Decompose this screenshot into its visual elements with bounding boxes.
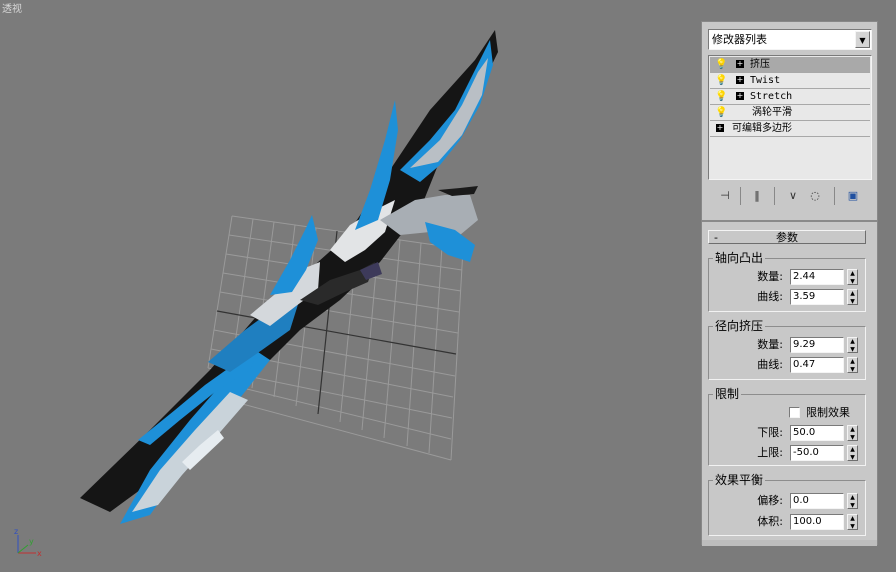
group-title: 径向挤压 [713,319,766,333]
field-label: 曲线: [757,358,783,371]
spinner-arrows-icon[interactable]: ▲ ▼ [847,514,858,530]
modifier-list-value: 修改器列表 [712,33,767,46]
perspective-viewport[interactable]: 透视 x z y [0,0,700,572]
stack-item-turbosmooth[interactable]: 💡 涡轮平滑 [710,105,870,121]
show-end-result-icon[interactable]: ‖ [748,186,766,206]
radial-squeeze-group: 径向挤压 数量: 9.29 ▲ ▼ 曲线: 0.47 ▲ ▼ [708,319,866,380]
expand-plus-icon[interactable]: + [736,92,744,100]
remove-modifier-icon[interactable]: ◌ [806,186,824,206]
toolbar-separator [834,187,835,205]
limit-effect-row: 限制效果 [709,405,865,421]
radial-amount-row: 数量: 9.29 ▲ ▼ [709,337,865,353]
lower-limit-row: 下限: 50.0 ▲ ▼ [709,425,865,441]
spinner-arrows-icon[interactable]: ▲ ▼ [847,493,858,509]
expand-plus-icon[interactable]: + [716,124,724,132]
make-unique-icon[interactable]: ∨ [784,186,802,206]
lightbulb-icon[interactable]: 💡 [715,91,727,102]
bias-input[interactable]: 0.0 [790,493,844,509]
field-label: 体积: [757,515,783,528]
limit-effect-checkbox[interactable] [789,407,800,418]
stack-item-stretch[interactable]: 💡 + Stretch [710,89,870,105]
field-label: 数量: [757,338,783,351]
spinner-arrows-icon[interactable]: ▲ ▼ [847,445,858,461]
axis-tripod: x z y [14,527,42,558]
command-panel-modify: 修改器列表 ▼ 💡 + 挤压 💡 + Twist 💡 + Stretch 💡 涡… [701,21,878,548]
stack-item-label: 可编辑多边形 [732,123,792,134]
limits-group: 限制 限制效果 下限: 50.0 ▲ ▼ 上限: -50.0 ▲ ▼ [708,387,866,466]
group-title: 限制 [713,387,742,401]
group-title: 轴向凸出 [713,251,766,265]
field-label: 偏移: [757,494,783,507]
toolbar-separator [774,187,775,205]
axis-z-label: z [14,527,18,536]
spinner-arrows-icon[interactable]: ▲ ▼ [847,425,858,441]
stack-item-editable-poly[interactable]: + 可编辑多边形 [710,121,870,137]
panel-bottom-edge [702,540,877,546]
rollout-title: 参数 [776,231,798,244]
stack-item-squeeze[interactable]: 💡 + 挤压 [710,57,870,73]
radial-curve-input[interactable]: 0.47 [790,357,844,373]
radial-amount-input[interactable]: 9.29 [790,337,844,353]
field-label: 上限: [757,446,783,459]
spinner-arrows-icon[interactable]: ▲ ▼ [847,357,858,373]
modifier-list-dropdown[interactable]: 修改器列表 ▼ [708,29,872,50]
effect-balance-group: 效果平衡 偏移: 0.0 ▲ ▼ 体积: 100.0 ▲ ▼ [708,473,866,536]
stack-item-label: Twist [750,75,781,86]
axis-y-label: y [29,537,34,546]
squeezed-sculpture-mesh[interactable] [80,30,498,524]
parameters-rollout: - 参数 轴向凸出 数量: 2.44 ▲ ▼ 曲线: 3.59 ▲ ▼ 径向挤压 数… [702,220,877,548]
field-label: 曲线: [757,290,783,303]
expand-plus-icon[interactable]: + [736,60,744,68]
spinner-arrows-icon[interactable]: ▲ ▼ [847,269,858,285]
stack-toolbar: ⊣ ‖ ∨ ◌ ▣ [708,184,872,210]
toolbar-separator [740,187,741,205]
stack-item-twist[interactable]: 💡 + Twist [710,73,870,89]
lightbulb-icon[interactable]: 💡 [715,75,727,86]
lower-limit-input[interactable]: 50.0 [790,425,844,441]
lightbulb-icon[interactable]: 💡 [715,59,727,70]
field-label: 数量: [757,270,783,283]
scene-canvas: x z y [14,30,498,558]
axial-amount-row: 数量: 2.44 ▲ ▼ [709,269,865,285]
upper-limit-input[interactable]: -50.0 [790,445,844,461]
stack-item-label: Stretch [750,91,793,102]
expand-plus-icon[interactable]: + [736,76,744,84]
axis-x-label: x [37,549,42,558]
configure-modifier-sets-icon[interactable]: ▣ [844,186,862,206]
axial-bulge-group: 轴向凸出 数量: 2.44 ▲ ▼ 曲线: 3.59 ▲ ▼ [708,251,866,312]
bias-row: 偏移: 0.0 ▲ ▼ [709,493,865,509]
modifier-stack[interactable]: 💡 + 挤压 💡 + Twist 💡 + Stretch 💡 涡轮平滑 + 可编… [708,55,872,180]
radial-curve-row: 曲线: 0.47 ▲ ▼ [709,357,865,373]
stack-item-label: 挤压 [750,59,770,70]
lightbulb-icon[interactable]: 💡 [715,107,727,118]
volume-row: 体积: 100.0 ▲ ▼ [709,514,865,530]
field-label: 下限: [757,426,783,439]
axial-amount-input[interactable]: 2.44 [790,269,844,285]
axial-curve-row: 曲线: 3.59 ▲ ▼ [709,289,865,305]
limit-effect-label: 限制效果 [806,406,850,419]
spinner-arrows-icon[interactable]: ▲ ▼ [847,289,858,305]
pin-stack-icon[interactable]: ⊣ [716,186,734,206]
spinner-arrows-icon[interactable]: ▲ ▼ [847,337,858,353]
chevron-down-icon[interactable]: ▼ [855,31,870,48]
volume-input[interactable]: 100.0 [790,514,844,530]
axial-curve-input[interactable]: 3.59 [790,289,844,305]
upper-limit-row: 上限: -50.0 ▲ ▼ [709,445,865,461]
stack-item-label: 涡轮平滑 [752,107,792,118]
group-title: 效果平衡 [713,473,766,487]
rollout-header-parameters[interactable]: - 参数 [708,230,866,244]
